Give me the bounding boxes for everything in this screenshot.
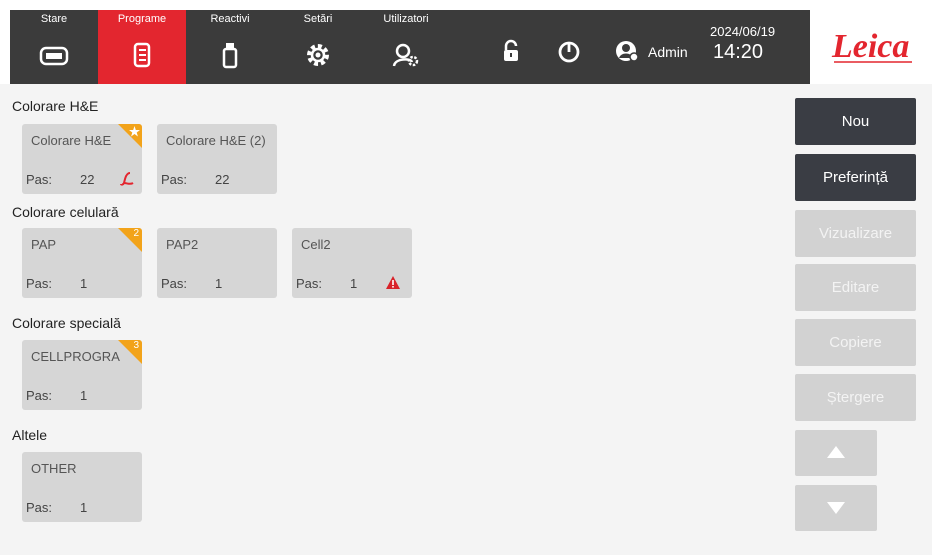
- tab-programe[interactable]: Programe: [98, 10, 186, 84]
- program-tile[interactable]: Colorare H&E Pas: 22: [22, 124, 142, 194]
- program-steps: 1: [350, 276, 358, 291]
- group-title-speciala: Colorare specială: [12, 315, 121, 331]
- program-tile[interactable]: Cell2 Pas: 1: [292, 228, 412, 298]
- program-steps: 1: [80, 388, 88, 403]
- leica-logo: Leica: [812, 10, 922, 84]
- warning-icon: [386, 276, 400, 289]
- program-tile[interactable]: Colorare H&E (2) Pas: 22: [157, 124, 277, 194]
- settings-gear-icon: [307, 44, 329, 66]
- tab-reactivi[interactable]: Reactivi: [186, 10, 274, 84]
- program-steps: 1: [215, 276, 223, 291]
- program-steps: 1: [80, 276, 88, 291]
- arrow-up-icon: [827, 446, 845, 458]
- tab-reactivi-label: Reactivi: [210, 13, 250, 25]
- instrument-icon: [39, 46, 69, 66]
- program-steps: 22: [215, 172, 230, 187]
- group-title-he: Colorare H&E: [12, 98, 99, 114]
- new-button[interactable]: Nou: [795, 98, 916, 145]
- group-title-celulara: Colorare celulară: [12, 204, 119, 220]
- program-name: Colorare H&E (2): [166, 133, 266, 148]
- view-button[interactable]: Vizualizare: [795, 210, 916, 257]
- scroll-down-button[interactable]: [795, 485, 877, 531]
- program-tile[interactable]: PAP2 Pas: 1: [157, 228, 277, 298]
- program-steps-label: Pas:: [161, 276, 188, 291]
- program-steps-label: Pas:: [26, 500, 53, 515]
- tab-setari-label: Setări: [303, 13, 333, 25]
- svg-text:Leica: Leica: [831, 28, 909, 65]
- edit-button[interactable]: Editare: [795, 264, 916, 311]
- unlock-icon[interactable]: [498, 38, 524, 64]
- favorite-button[interactable]: Preferință: [795, 154, 916, 201]
- time-display: 14:20: [713, 41, 764, 63]
- top-navigation: Stare Programe Reactivi Setări Utilizato…: [10, 10, 810, 84]
- user-name: Admin: [648, 44, 688, 60]
- copy-button[interactable]: Copiere: [795, 319, 916, 366]
- delete-button[interactable]: Ștergere: [795, 374, 916, 421]
- header-bar: Stare Programe Reactivi Setări Utilizato…: [0, 0, 932, 84]
- program-steps-label: Pas:: [26, 276, 53, 291]
- program-steps-label: Pas:: [296, 276, 323, 291]
- leica-icon: [120, 172, 134, 186]
- tab-setari[interactable]: Setări: [274, 10, 362, 84]
- users-gear-icon: [392, 43, 419, 67]
- reagent-bottle-icon: [222, 43, 238, 69]
- program-name: CELLPROGRA: [31, 349, 120, 364]
- program-name: PAP: [31, 237, 57, 252]
- program-tile[interactable]: OTHER Pas: 1: [22, 452, 142, 522]
- program-steps-label: Pas:: [161, 172, 188, 187]
- program-tile[interactable]: 3 CELLPROGRA Pas: 1: [22, 340, 142, 410]
- scroll-up-button[interactable]: [795, 430, 877, 476]
- program-steps-label: Pas:: [26, 172, 53, 187]
- tab-utilizatori-label: Utilizatori: [383, 13, 429, 25]
- tab-programe-label: Programe: [117, 13, 167, 25]
- arrow-down-icon: [827, 502, 845, 514]
- program-steps: 1: [80, 500, 88, 515]
- program-steps-label: Pas:: [26, 388, 53, 403]
- tab-utilizatori[interactable]: Utilizatori: [362, 10, 450, 84]
- group-title-altele: Altele: [12, 427, 48, 443]
- tab-stare-label: Stare: [40, 13, 68, 25]
- program-list-icon: [133, 42, 151, 68]
- power-icon[interactable]: [556, 38, 582, 64]
- program-name: Colorare H&E: [31, 133, 112, 148]
- program-tile[interactable]: 2 PAP Pas: 1: [22, 228, 142, 298]
- date-display: 2024/06/19: [710, 24, 776, 39]
- favorite-rank: 3: [133, 340, 139, 351]
- favorite-rank: 2: [133, 228, 139, 239]
- program-name: OTHER: [31, 461, 77, 476]
- program-name: Cell2: [301, 237, 331, 252]
- tab-stare[interactable]: Stare: [10, 10, 98, 84]
- program-steps: 22: [80, 172, 95, 187]
- user-admin-icon[interactable]: [614, 38, 640, 64]
- program-name: PAP2: [166, 237, 199, 252]
